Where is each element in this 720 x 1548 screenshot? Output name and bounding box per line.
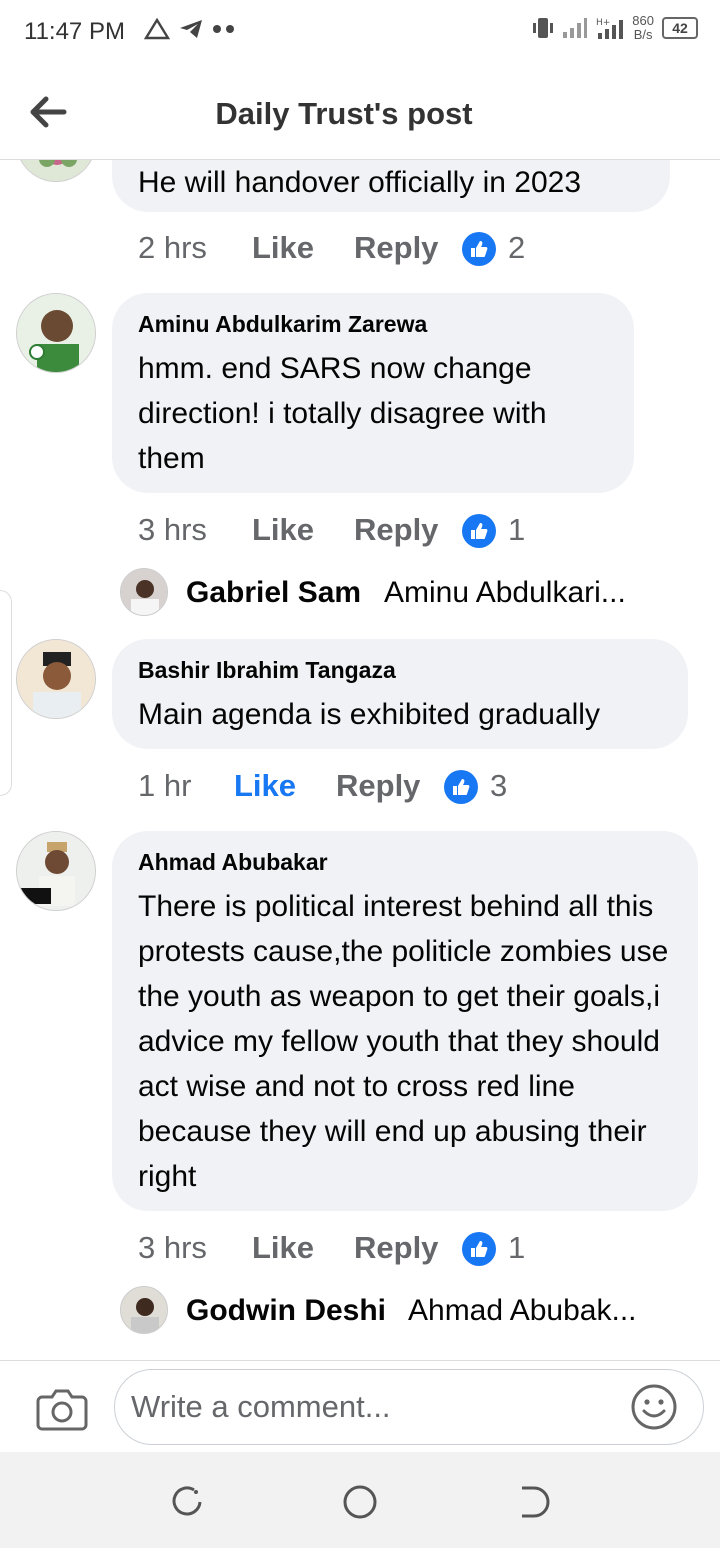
telegram-icon — [180, 20, 202, 38]
like-thumb-icon — [462, 232, 496, 266]
status-time: 11:47 PM — [24, 18, 125, 45]
comment-actions: 1 hr Like Reply 3 — [138, 768, 658, 808]
page-title: Daily Trust's post — [215, 96, 473, 131]
avatar — [120, 1286, 168, 1334]
reaction-count: 2 — [508, 230, 526, 265]
comment-time: 1 hr — [138, 768, 192, 803]
comment-bubble[interactable]: He will handover officially in 2023 — [112, 160, 670, 212]
reply-preview[interactable]: Godwin Deshi Ahmad Abubak... — [120, 1286, 680, 1338]
comment-bubble[interactable]: Ahmad Abubakar There is political intere… — [112, 831, 698, 1211]
comment-author[interactable]: Aminu Abdulkarim Zarewa — [138, 311, 608, 338]
reply-button[interactable]: Reply — [354, 1230, 438, 1266]
like-thumb-icon — [444, 770, 478, 804]
notification-icons — [144, 18, 236, 40]
svg-text:H+: H+ — [596, 18, 610, 28]
comment-text: There is political interest behind all t… — [138, 890, 669, 1193]
like-button[interactable]: Like — [252, 512, 314, 548]
comment-actions: 2 hrs Like Reply 2 — [138, 230, 658, 270]
like-thumb-icon — [462, 1232, 496, 1266]
reply-preview[interactable]: Gabriel Sam Aminu Abdulkari... — [120, 568, 680, 620]
like-thumb-icon — [462, 514, 496, 548]
comments-feed[interactable]: He will handover officially in 2023 2 hr… — [0, 160, 720, 1360]
avatar[interactable] — [16, 831, 96, 911]
reply-snippet: Ahmad Abubak... — [408, 1294, 637, 1327]
like-button[interactable]: Like — [252, 1230, 314, 1266]
reply-button[interactable]: Reply — [336, 768, 420, 804]
signal-icon — [563, 18, 588, 38]
comment-input[interactable] — [114, 1369, 704, 1445]
reaction-count: 1 — [508, 1230, 526, 1265]
recent-apps-button[interactable] — [166, 1480, 210, 1524]
back-nav-button[interactable] — [512, 1480, 556, 1524]
more-dots-icon — [213, 25, 234, 33]
comment-actions: 3 hrs Like Reply 1 — [138, 1230, 658, 1270]
reply-author: Godwin Deshi — [186, 1294, 387, 1327]
reply-snippet: Aminu Abdulkari... — [384, 576, 626, 609]
comment-time: 3 hrs — [138, 512, 207, 547]
comment-author[interactable]: Ahmad Abubakar — [138, 849, 672, 876]
comment-time: 2 hrs — [138, 230, 207, 265]
camera-icon — [36, 1389, 88, 1431]
net-speed-unit: B/s — [633, 27, 653, 42]
scroll-edge-indicator — [0, 590, 12, 796]
avatar[interactable] — [16, 160, 96, 182]
camera-button[interactable] — [36, 1387, 88, 1431]
comment-bubble[interactable]: Aminu Abdulkarim Zarewa hmm. end SARS no… — [112, 293, 634, 493]
emoji-button[interactable] — [630, 1383, 678, 1431]
status-right: H+ 860 B/s 42 — [532, 14, 698, 42]
comment-text: He will handover officially in 2023 — [138, 166, 582, 199]
post-header: Daily Trust's post — [0, 64, 720, 160]
signal-hplus-icon: H+ — [596, 18, 624, 39]
home-button[interactable] — [338, 1480, 382, 1524]
emoji-icon — [631, 1384, 677, 1430]
reply-button[interactable]: Reply — [354, 512, 438, 548]
home-icon — [343, 1485, 377, 1519]
comment-bubble[interactable]: Bashir Ibrahim Tangaza Main agenda is ex… — [112, 639, 688, 749]
back-nav-icon — [522, 1486, 550, 1518]
battery-indicator: 42 — [662, 17, 698, 39]
warning-icon — [144, 18, 170, 40]
comment-time: 3 hrs — [138, 1230, 207, 1265]
reaction-count: 3 — [490, 768, 508, 803]
status-bar: 11:47 PM H+ 860 B/s 42 — [0, 0, 720, 64]
network-speed: 860 B/s — [632, 14, 654, 42]
reply-author: Gabriel Sam — [186, 576, 362, 609]
comment-actions: 3 hrs Like Reply 1 — [138, 512, 658, 552]
net-speed-value: 860 — [632, 13, 654, 28]
reply-button[interactable]: Reply — [354, 230, 438, 266]
comment-text: Main agenda is exhibited gradually — [138, 698, 600, 731]
comment-author[interactable]: Bashir Ibrahim Tangaza — [138, 657, 662, 684]
comment-composer — [0, 1360, 720, 1452]
recent-apps-icon — [172, 1486, 202, 1516]
avatar[interactable] — [16, 293, 96, 373]
like-button[interactable]: Like — [252, 230, 314, 266]
avatar[interactable] — [16, 639, 96, 719]
vibrate-icon — [533, 18, 554, 38]
reaction-count: 1 — [508, 512, 526, 547]
avatar — [120, 568, 168, 616]
system-nav-bar — [0, 1452, 720, 1548]
comment-text: hmm. end SARS now change direction! i to… — [138, 352, 547, 475]
like-button[interactable]: Like — [234, 768, 296, 804]
